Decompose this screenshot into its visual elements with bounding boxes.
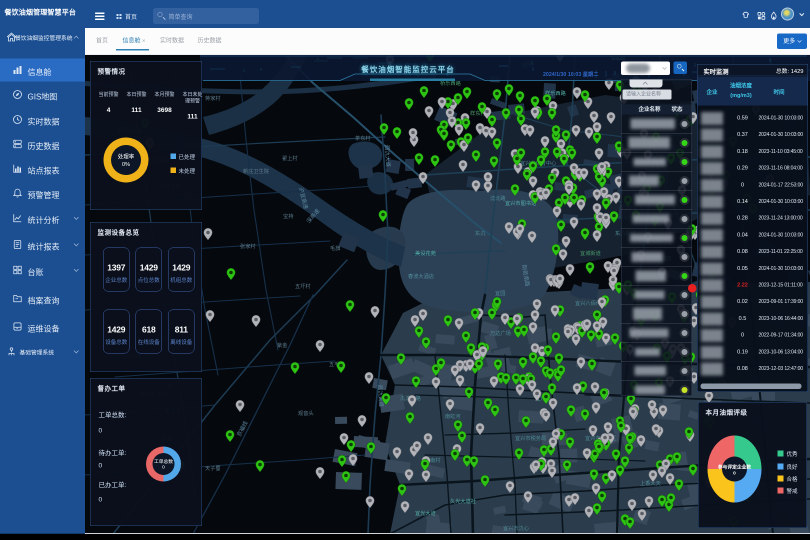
- svg-text:沈北路: 沈北路: [490, 194, 506, 202]
- svg-text:紫金: 紫金: [277, 341, 288, 349]
- svg-text:宝持: 宝持: [283, 212, 293, 220]
- svg-text:宜光大道: 宜光大道: [415, 509, 436, 517]
- svg-text:宜兴八佰伴: 宜兴八佰伴: [575, 299, 601, 307]
- svg-text:久光大道社: 久光大道社: [450, 497, 476, 505]
- svg-text:翟上村: 翟上村: [282, 154, 298, 162]
- svg-text:东氿: 东氿: [475, 229, 485, 237]
- svg-text:宜城街道: 宜城街道: [580, 249, 601, 257]
- svg-text:天子蜀: 天子蜀: [205, 465, 221, 472]
- svg-text:宜兴市氿心: 宜兴市氿心: [503, 524, 529, 532]
- svg-text:五圩村: 五圩村: [295, 282, 311, 290]
- svg-text:宜兴市税务局: 宜兴市税务局: [515, 434, 546, 442]
- svg-text:美设花苑: 美设花苑: [415, 249, 436, 257]
- svg-text:新庄卫生院: 新庄卫生院: [243, 167, 270, 175]
- svg-text:张家村: 张家村: [240, 242, 256, 250]
- svg-text:万达广场: 万达广场: [490, 329, 511, 337]
- svg-text:毛旗: 毛旗: [330, 244, 340, 252]
- svg-text:上香大天: 上香大天: [640, 479, 661, 487]
- svg-text:观音头: 观音头: [298, 409, 314, 417]
- svg-text:南虹河: 南虹河: [445, 412, 461, 420]
- svg-text:宜园: 宜园: [495, 289, 505, 297]
- svg-text:茶东村: 茶东村: [355, 134, 371, 142]
- svg-text:春波大酒店: 春波大酒店: [408, 272, 434, 280]
- svg-text:蒋家村: 蒋家村: [205, 94, 221, 102]
